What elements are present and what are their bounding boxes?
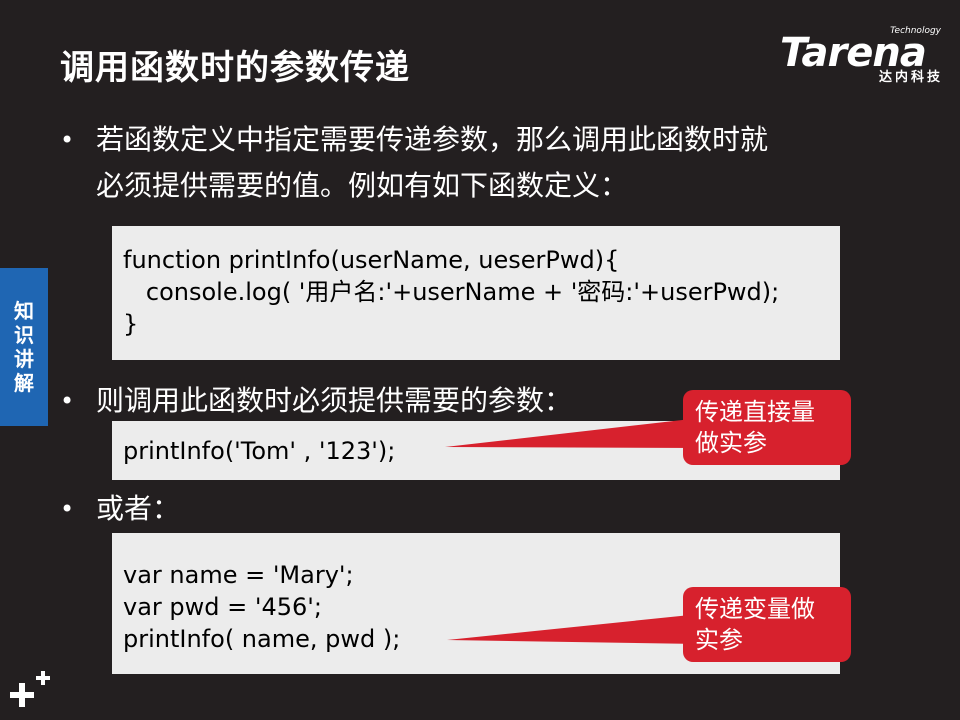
logo-subtitle: 达内科技: [878, 70, 943, 85]
callout-text: 传递变量做: [695, 595, 815, 623]
tarena-logo: Technology Tarena 达内科技: [780, 26, 945, 86]
bullet-text-continuation: 必须提供需要的值。例如有如下函数定义：: [96, 169, 629, 202]
side-tab-char: 讲: [14, 347, 34, 371]
code-line: }: [123, 310, 139, 338]
bullet-text: 或者：: [96, 492, 181, 525]
bullet-text: 若函数定义中指定需要传递参数，那么调用此函数时就: [96, 123, 769, 156]
bullet-dot: •: [60, 495, 75, 523]
bullet-dot: •: [60, 126, 75, 154]
side-tab-char: 解: [14, 371, 34, 395]
callout-variable-args: 传递变量做 实参: [683, 587, 851, 662]
side-tab-char: 识: [14, 323, 34, 347]
side-tab-char: 知: [14, 299, 34, 323]
bullet-dot: •: [60, 387, 75, 415]
plus-decoration-icon: [10, 671, 50, 707]
code-line: console.log( '用户名:'+userName + '密码:'+use…: [123, 278, 780, 306]
code-block-definition: function printInfo(userName, ueserPwd){ …: [112, 226, 840, 360]
knowledge-tab: 知 识 讲 解: [0, 268, 48, 426]
callout-text: 传递直接量: [695, 398, 815, 426]
slide-title: 调用函数时的参数传递: [60, 48, 410, 88]
code-line: function printInfo(userName, ueserPwd){: [123, 246, 620, 274]
bullet-text: 则调用此函数时必须提供需要的参数：: [96, 384, 573, 417]
callout-literal-args: 传递直接量 做实参: [683, 390, 851, 465]
callout-text: 做实参: [695, 429, 767, 457]
callout-text: 实参: [695, 626, 743, 654]
